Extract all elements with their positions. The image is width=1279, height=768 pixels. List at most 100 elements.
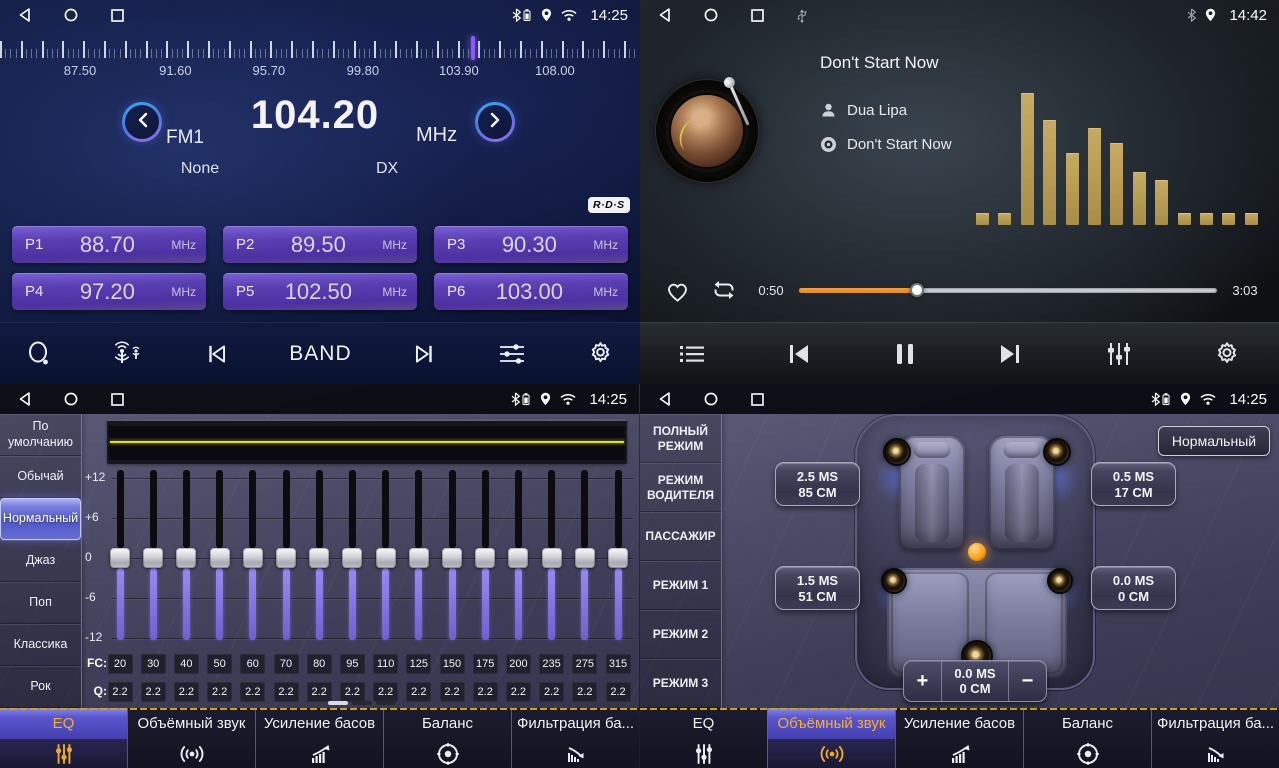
seek-bar-thumb[interactable]	[910, 283, 924, 297]
rear-left-delay-button[interactable]: 1.5 MS 51 CM	[775, 566, 860, 610]
q-value[interactable]: 2.2	[240, 682, 265, 702]
preset-p4[interactable]: P497.20MHz	[12, 273, 206, 310]
fc-value[interactable]: 40	[174, 654, 199, 674]
home-icon[interactable]	[64, 8, 78, 22]
back-icon[interactable]	[658, 392, 671, 406]
q-value[interactable]: 2.2	[307, 682, 332, 702]
tab-bass-boost[interactable]: Усиление басов	[895, 708, 1023, 768]
tune-down-button[interactable]	[122, 102, 162, 142]
band-button[interactable]: BAND	[289, 342, 351, 366]
preset-p2[interactable]: P289.50MHz	[223, 226, 417, 263]
tab-balance[interactable]: Баланс	[1023, 708, 1151, 768]
decrease-button[interactable]: −	[1009, 661, 1046, 701]
fc-value[interactable]: 200	[506, 654, 531, 674]
slider-thumb[interactable]	[243, 548, 263, 568]
slider-thumb[interactable]	[276, 548, 296, 568]
q-value[interactable]: 2.2	[539, 682, 564, 702]
back-icon[interactable]	[18, 8, 31, 22]
recents-icon[interactable]	[751, 393, 764, 406]
settings-gear-icon[interactable]	[1213, 340, 1241, 368]
recents-icon[interactable]	[111, 9, 124, 22]
slider-thumb[interactable]	[475, 548, 495, 568]
slider-thumb[interactable]	[608, 548, 628, 568]
slider-thumb[interactable]	[176, 548, 196, 568]
q-value[interactable]: 2.2	[440, 682, 465, 702]
eq-preset-item-5[interactable]: Поп	[0, 582, 81, 624]
page-dot[interactable]	[376, 701, 396, 705]
back-icon[interactable]	[658, 8, 671, 22]
q-value[interactable]: 2.2	[174, 682, 199, 702]
q-value[interactable]: 2.2	[340, 682, 365, 702]
home-icon[interactable]	[704, 392, 718, 406]
eq-preset-item-3[interactable]: Нормальный	[0, 498, 81, 540]
q-value[interactable]: 2.2	[473, 682, 498, 702]
scan-icon[interactable]	[26, 340, 52, 368]
frequency-scale[interactable]	[0, 34, 640, 60]
home-icon[interactable]	[704, 8, 718, 22]
sound-profile-badge[interactable]: Нормальный	[1158, 426, 1270, 456]
field-mode-item-2[interactable]: РЕЖИМ ВОДИТЕЛЯ	[640, 463, 721, 512]
preset-p3[interactable]: P390.30MHz	[434, 226, 628, 263]
eq-preset-item-7[interactable]: Рок	[0, 666, 81, 708]
q-value[interactable]: 2.2	[406, 682, 431, 702]
slider-thumb[interactable]	[309, 548, 329, 568]
slider-thumb[interactable]	[143, 548, 163, 568]
seek-bar[interactable]	[799, 288, 1217, 293]
eq-preset-item-4[interactable]: Джаз	[0, 540, 81, 582]
q-value[interactable]: 2.2	[274, 682, 299, 702]
field-mode-item-1[interactable]: ПОЛНЫЙ РЕЖИМ	[640, 414, 721, 463]
page-dot-active[interactable]	[328, 701, 348, 705]
q-value[interactable]: 2.2	[207, 682, 232, 702]
preset-p1[interactable]: P188.70MHz	[12, 226, 206, 263]
seek-next-icon[interactable]	[411, 341, 437, 367]
recents-icon[interactable]	[111, 393, 124, 406]
fc-value[interactable]: 110	[373, 654, 398, 674]
home-icon[interactable]	[64, 392, 78, 406]
preset-p6[interactable]: P6103.00MHz	[434, 273, 628, 310]
slider-thumb[interactable]	[442, 548, 462, 568]
slider-thumb[interactable]	[376, 548, 396, 568]
increase-button[interactable]: +	[904, 661, 941, 701]
tab-bass-boost[interactable]: Усиление басов	[255, 708, 383, 768]
fc-value[interactable]: 315	[606, 654, 631, 674]
front-right-delay-button[interactable]: 0.5 MS 17 CM	[1091, 462, 1176, 506]
back-icon[interactable]	[18, 392, 31, 406]
slider-thumb[interactable]	[110, 548, 130, 568]
fc-value[interactable]: 175	[473, 654, 498, 674]
pause-icon[interactable]	[893, 341, 917, 367]
tab-surround[interactable]: Объёмный звук	[767, 708, 895, 768]
listening-position-ball[interactable]	[968, 543, 986, 561]
fc-value[interactable]: 60	[240, 654, 265, 674]
recents-icon[interactable]	[751, 9, 764, 22]
fc-value[interactable]: 20	[108, 654, 133, 674]
field-mode-item-3[interactable]: ПАССАЖИР	[640, 512, 721, 561]
tab-filter[interactable]: Фильтрация ба...	[1151, 708, 1279, 768]
front-left-delay-button[interactable]: 2.5 MS 85 CM	[775, 462, 860, 506]
settings-gear-icon[interactable]	[587, 340, 614, 367]
q-value[interactable]: 2.2	[606, 682, 631, 702]
fc-value[interactable]: 125	[406, 654, 431, 674]
eq-sliders-icon[interactable]	[1104, 340, 1134, 368]
tab-filter[interactable]: Фильтрация ба...	[511, 708, 639, 768]
slider-thumb[interactable]	[575, 548, 595, 568]
next-track-icon[interactable]	[996, 341, 1024, 367]
fc-value[interactable]: 30	[141, 654, 166, 674]
tab-surround[interactable]: Объёмный звук	[127, 708, 255, 768]
fc-value[interactable]: 275	[572, 654, 597, 674]
eq-preset-item-6[interactable]: Классика	[0, 624, 81, 666]
eq-preset-item-2[interactable]: Обычай	[0, 456, 81, 498]
fc-value[interactable]: 80	[307, 654, 332, 674]
fc-value[interactable]: 235	[539, 654, 564, 674]
preset-p5[interactable]: P5102.50MHz	[223, 273, 417, 310]
field-mode-item-5[interactable]: РЕЖИМ 2	[640, 610, 721, 659]
fc-value[interactable]: 150	[440, 654, 465, 674]
fc-value[interactable]: 50	[207, 654, 232, 674]
broadcast-icon[interactable]	[112, 341, 144, 367]
rear-right-delay-button[interactable]: 0.0 MS 0 CM	[1091, 566, 1176, 610]
favorite-heart-icon[interactable]	[664, 278, 691, 303]
tune-up-button[interactable]	[475, 102, 515, 142]
playlist-icon[interactable]	[678, 342, 706, 366]
slider-thumb[interactable]	[508, 548, 528, 568]
field-mode-item-6[interactable]: РЕЖИМ 3	[640, 659, 721, 708]
field-mode-item-4[interactable]: РЕЖИМ 1	[640, 561, 721, 610]
